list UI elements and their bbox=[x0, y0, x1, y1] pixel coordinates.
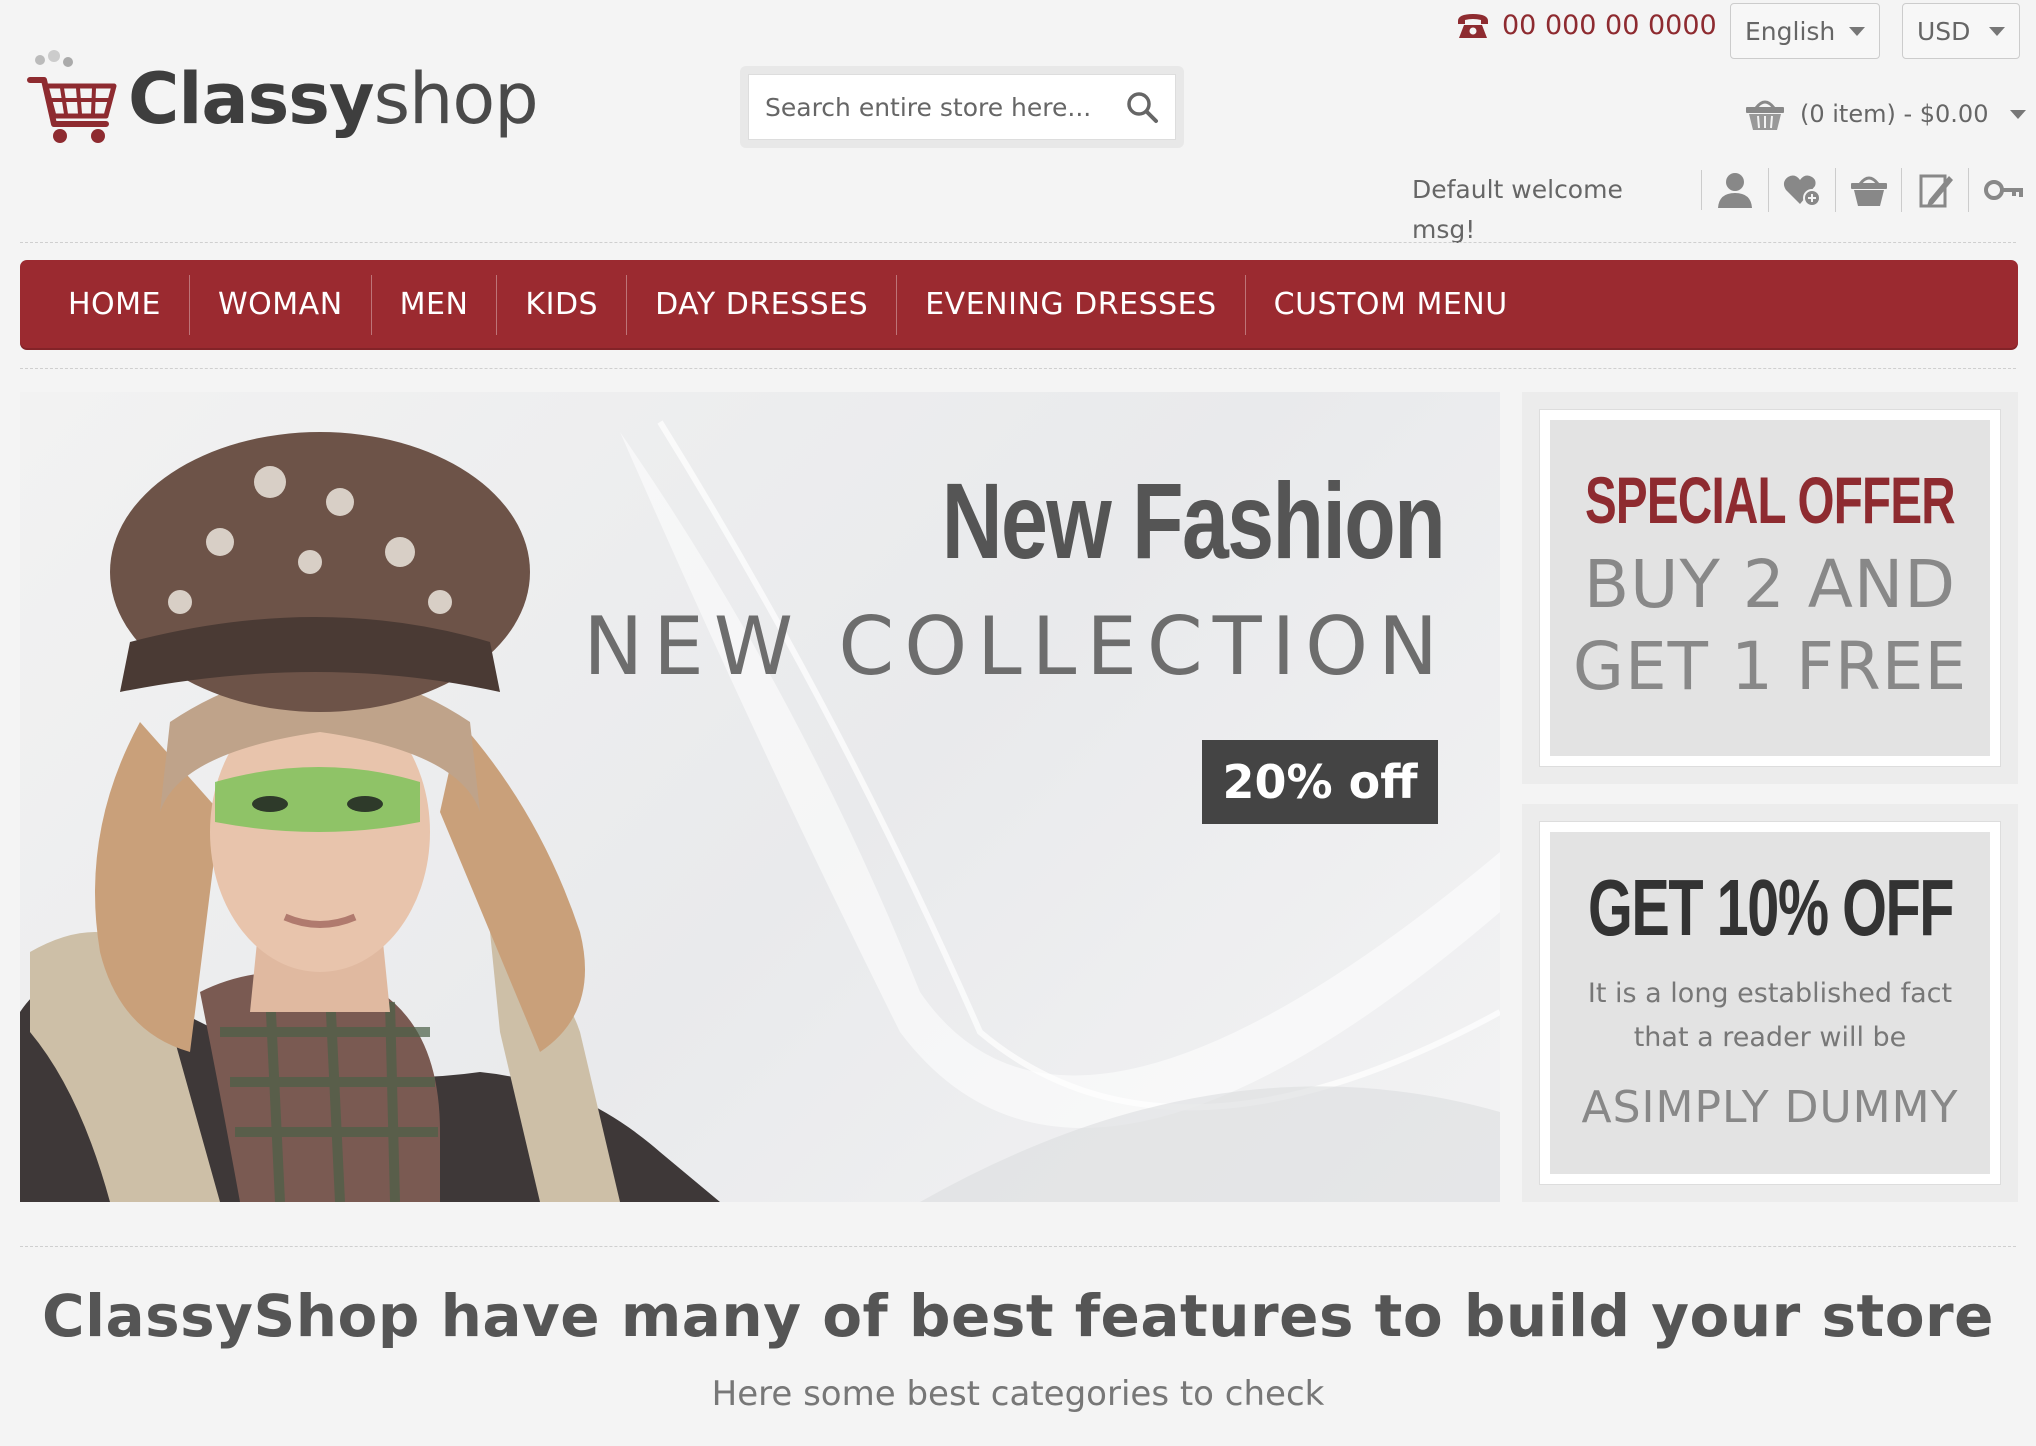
shopping-cart-logo-icon bbox=[27, 50, 117, 143]
header: Classyshop 00 000 00 0000 English USD bbox=[0, 0, 2036, 250]
basket-icon bbox=[1850, 176, 1887, 206]
login-link[interactable] bbox=[1969, 168, 2036, 212]
header-divider bbox=[20, 242, 2016, 243]
chevron-down-icon bbox=[1989, 26, 2005, 36]
nav-item-day-dresses[interactable]: DAY DRESSES bbox=[627, 275, 898, 335]
language-value: English bbox=[1745, 16, 1836, 46]
chevron-down-icon bbox=[2010, 109, 2027, 119]
promo-line: GET 1 FREE bbox=[1572, 628, 1968, 705]
basket-icon bbox=[1746, 100, 1784, 130]
nav-item-woman[interactable]: WOMAN bbox=[190, 275, 372, 335]
model-photo bbox=[20, 432, 720, 1202]
search-input[interactable] bbox=[765, 92, 1125, 122]
promo-text-line: that a reader will be bbox=[1633, 1022, 1907, 1053]
logo-light: shop bbox=[373, 58, 539, 140]
search-icon[interactable] bbox=[1125, 90, 1159, 124]
promo-card: GET 10% OFF It is a long established fac… bbox=[1540, 822, 2000, 1184]
logo-text: Classyshop bbox=[128, 64, 539, 134]
promo-title: SPECIAL OFFER bbox=[1585, 463, 1956, 537]
features-subheading: Here some best categories to check bbox=[711, 1374, 1325, 1414]
currency-select[interactable]: USD bbox=[1902, 3, 2020, 59]
nav-item-evening-dresses[interactable]: EVENING DRESSES bbox=[897, 275, 1246, 335]
chevron-down-icon bbox=[1849, 26, 1865, 36]
wishlist-link[interactable] bbox=[1769, 168, 1836, 212]
promo-card: SPECIAL OFFER BUY 2 AND GET 1 FREE bbox=[1540, 410, 2000, 766]
special-offer-promo[interactable]: SPECIAL OFFER BUY 2 AND GET 1 FREE bbox=[1522, 392, 2018, 784]
features-heading: ClassyShop have many of best features to… bbox=[42, 1282, 1994, 1350]
cart-link[interactable] bbox=[1836, 168, 1903, 212]
nav-item-custom-menu[interactable]: CUSTOM MENU bbox=[1246, 275, 1536, 335]
cart-summary-text: (0 item) - $0.00 bbox=[1800, 100, 1989, 128]
promo-footer: ASIMPLY DUMMY bbox=[1581, 1082, 1959, 1133]
user-icon bbox=[1717, 173, 1752, 208]
key-icon bbox=[1983, 180, 2023, 200]
search-field-wrapper bbox=[748, 74, 1176, 140]
logo[interactable]: Classyshop bbox=[26, 50, 539, 148]
nav-item-men[interactable]: MEN bbox=[372, 275, 498, 335]
currency-value: USD bbox=[1917, 16, 1971, 46]
banner-title: New Fashion bbox=[941, 460, 1446, 581]
checkout-link[interactable] bbox=[1902, 168, 1970, 212]
main-navigation: HOME WOMAN MEN KIDS DAY DRESSES EVENING … bbox=[20, 260, 2018, 350]
discount-badge[interactable]: 20% off bbox=[1202, 740, 1438, 824]
language-select[interactable]: English bbox=[1730, 3, 1880, 59]
promo-text: It is a long established fact that a rea… bbox=[1588, 972, 1952, 1060]
nav-item-kids[interactable]: KIDS bbox=[497, 275, 628, 335]
account-bar: Default welcome msg! bbox=[1412, 164, 2036, 244]
banner-subtitle: NEW COLLECTION bbox=[583, 600, 1448, 693]
hero-banner[interactable]: New Fashion NEW COLLECTION 20% off bbox=[20, 392, 1500, 1202]
promo-line: BUY 2 AND bbox=[1583, 546, 1957, 623]
promo-title: GET 10% OFF bbox=[1587, 863, 1953, 952]
cart-summary[interactable]: (0 item) - $0.00 bbox=[1744, 96, 2027, 132]
edit-icon bbox=[1919, 174, 1954, 208]
phone-number: 00 000 00 0000 bbox=[1456, 10, 1717, 41]
my-account-link[interactable] bbox=[1702, 168, 1769, 212]
wishlist-heart-icon bbox=[1783, 175, 1821, 207]
promo-text-line: It is a long established fact bbox=[1587, 978, 1953, 1009]
logo-bold: Classy bbox=[128, 58, 375, 140]
telephone-icon bbox=[1458, 13, 1488, 38]
welcome-message: Default welcome msg! bbox=[1412, 170, 1703, 244]
discount-promo[interactable]: GET 10% OFF It is a long established fac… bbox=[1522, 804, 2018, 1202]
section-divider bbox=[20, 1246, 2016, 1247]
nav-divider bbox=[20, 368, 2016, 369]
phone-text: 00 000 00 0000 bbox=[1502, 10, 1717, 41]
search-box bbox=[740, 66, 1184, 148]
nav-item-home[interactable]: HOME bbox=[40, 275, 191, 335]
